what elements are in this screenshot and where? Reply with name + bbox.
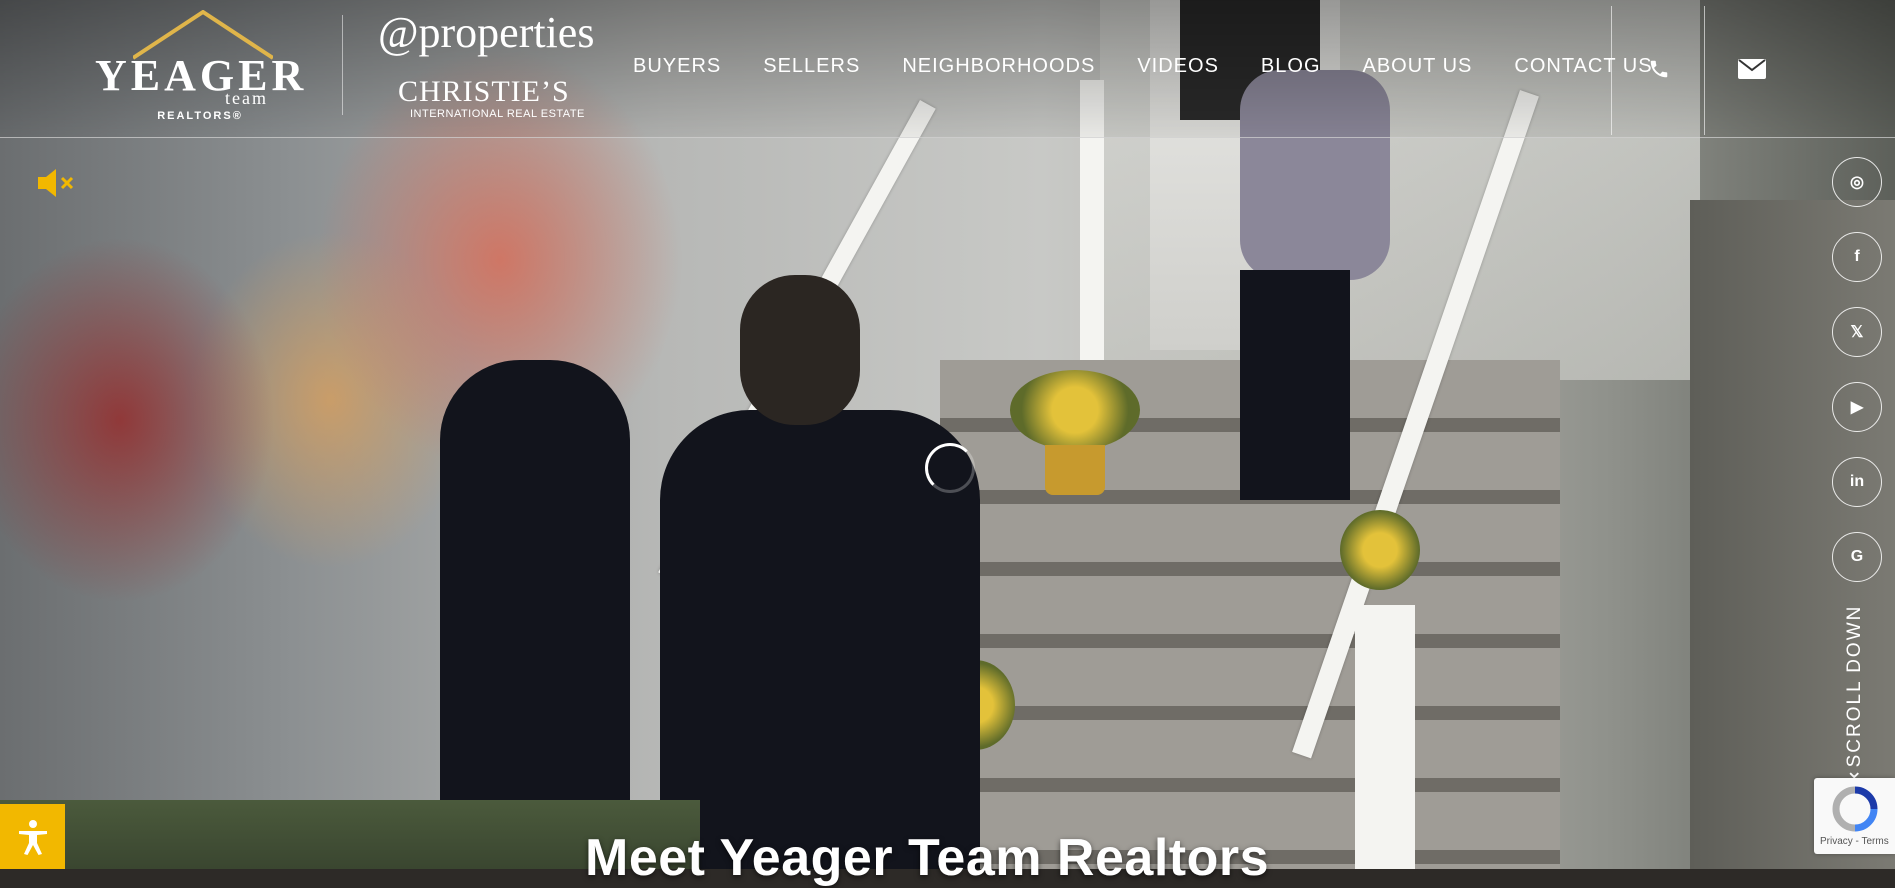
yeager-team-logo[interactable]: YEAGER team REALTORS® — [95, 10, 305, 125]
mail-icon — [1705, 58, 1798, 87]
loading-spinner-icon — [925, 443, 975, 493]
video-caption: Meet Yeager Team Realtors — [585, 829, 1270, 887]
recaptcha-icon — [1832, 786, 1878, 832]
christies-wordmark: CHRISTIE’S — [398, 75, 570, 108]
email-button[interactable] — [1704, 6, 1798, 135]
linkedin-icon: in — [1849, 473, 1865, 490]
main-nav: BUYERS SELLERS NEIGHBORHOODS VIDEOS BLOG… — [633, 55, 1695, 79]
instagram-button[interactable]: ◎ — [1832, 157, 1882, 207]
facebook-button[interactable]: f — [1832, 232, 1882, 282]
phone-icon — [1612, 58, 1705, 87]
accessibility-button[interactable] — [0, 804, 65, 869]
site-header: YEAGER team REALTORS® @properties CHRIST… — [0, 0, 1895, 138]
logo-team: team — [225, 88, 268, 108]
phone-button[interactable] — [1611, 6, 1705, 135]
nav-about-us[interactable]: ABOUT US — [1363, 55, 1473, 79]
x-button[interactable]: 𝕏 — [1832, 307, 1882, 357]
christies-subtitle: INTERNATIONAL REAL ESTATE — [410, 108, 585, 120]
google-button[interactable]: G — [1832, 532, 1882, 582]
mums-pot-1 — [1010, 370, 1140, 450]
youtube-icon: ▶ — [1850, 399, 1864, 416]
google-icon: G — [1850, 548, 1864, 565]
logo-realtors: REALTORS® — [157, 110, 243, 122]
nav-neighborhoods[interactable]: NEIGHBORHOODS — [902, 55, 1095, 79]
nav-buyers[interactable]: BUYERS — [633, 55, 721, 79]
scroll-down-link[interactable]: SCROLL DOWN ⌄ — [1840, 600, 1870, 783]
speaker-muted-icon — [38, 169, 74, 197]
mums-pot-2 — [1340, 510, 1420, 590]
recaptcha-badge[interactable]: Privacy - Terms — [1814, 778, 1895, 854]
logo-word: YEAGER — [95, 51, 308, 100]
mute-toggle-button[interactable] — [36, 165, 78, 201]
nav-videos[interactable]: VIDEOS — [1137, 55, 1219, 79]
x-icon: 𝕏 — [1850, 324, 1864, 341]
logo-divider — [342, 15, 343, 115]
nav-sellers[interactable]: SELLERS — [763, 55, 860, 79]
recaptcha-links[interactable]: Privacy - Terms — [1820, 836, 1889, 847]
facebook-icon: f — [1854, 248, 1860, 265]
scroll-down-label: SCROLL DOWN — [1844, 604, 1865, 768]
linkedin-button[interactable]: in — [1832, 457, 1882, 507]
properties-wordmark: @properties — [378, 8, 595, 57]
newel-post — [1355, 605, 1415, 869]
flower-pot — [1045, 445, 1105, 495]
man-head — [740, 275, 860, 425]
youtube-button[interactable]: ▶ — [1832, 382, 1882, 432]
child-legs — [1240, 270, 1350, 500]
nav-blog[interactable]: BLOG — [1261, 55, 1321, 79]
accessibility-icon — [18, 819, 47, 855]
properties-christies-logo[interactable]: @properties CHRISTIE’S INTERNATIONAL REA… — [378, 8, 608, 121]
woman-figure — [440, 360, 630, 869]
instagram-icon: ◎ — [1850, 174, 1864, 191]
